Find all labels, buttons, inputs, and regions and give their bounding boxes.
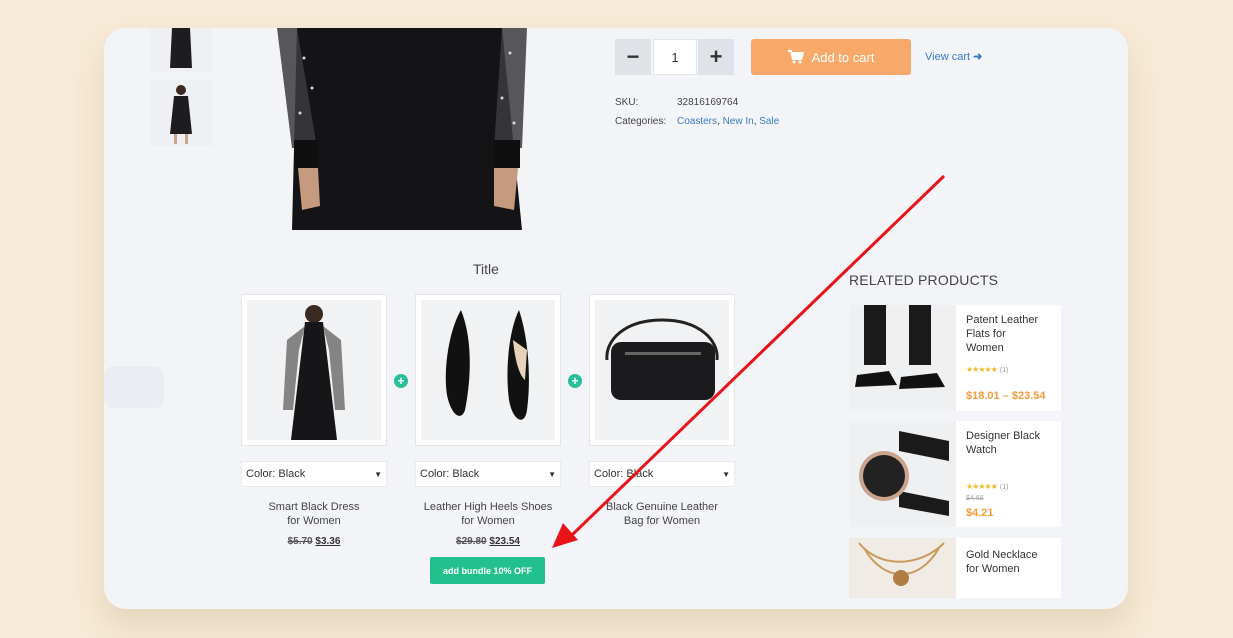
annotation-arrow-icon — [552, 174, 946, 548]
product-page-card: − 1 + Add to cart View cart ➜ SKU: 32816… — [104, 28, 1128, 609]
